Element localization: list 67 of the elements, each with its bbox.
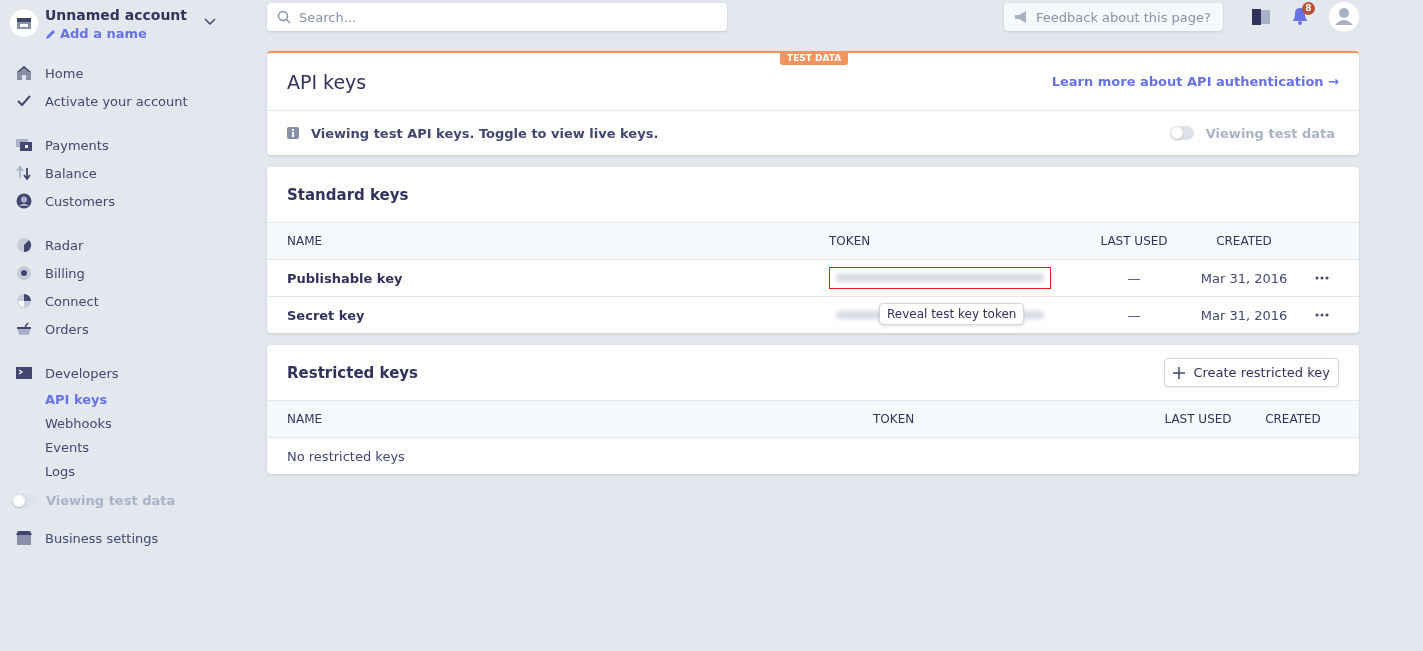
empty-message: No restricted keys [287, 448, 405, 464]
arrows-icon [16, 165, 32, 181]
home-icon [16, 65, 32, 81]
column-header: LAST USED [1099, 234, 1169, 248]
column-header: NAME [287, 234, 324, 248]
nav-subitem[interactable]: Events [10, 435, 267, 459]
more-icon[interactable] [1315, 313, 1329, 317]
checkmark-icon [16, 93, 32, 109]
section-title: Restricted keys [287, 363, 418, 382]
nav-item[interactable]: Customers [10, 187, 267, 215]
page-title: API keys [287, 70, 367, 93]
key-name: Publishable key [287, 270, 404, 286]
target-icon [16, 265, 32, 281]
column-header: TOKEN [829, 234, 872, 248]
pie-icon [16, 293, 32, 309]
search-icon [277, 10, 291, 24]
more-icon[interactable] [1315, 276, 1329, 280]
toggle-label: Viewing test data [46, 493, 176, 508]
section-title: Standard keys [287, 185, 409, 204]
nav-item[interactable]: Balance [10, 159, 267, 187]
table-cell-text: — [1126, 307, 1142, 323]
bell-icon[interactable] [1291, 5, 1309, 26]
pencil-icon [45, 27, 57, 40]
nav-subitem[interactable]: Logs [10, 459, 267, 483]
store-icon [10, 9, 38, 37]
person-icon [16, 193, 32, 209]
cash-icon [16, 137, 32, 153]
nav-item[interactable]: Radar [10, 231, 267, 259]
terminal-icon [16, 365, 32, 381]
table-cell-text: Mar 31, 2016 [1199, 270, 1289, 286]
column-header: NAME [287, 412, 324, 426]
nav-item[interactable]: Developers [10, 359, 267, 387]
nav-item[interactable]: Business settings [10, 524, 267, 552]
search-field[interactable]: Search... [267, 3, 727, 31]
create-key-button[interactable]: Create restricted key [1164, 358, 1339, 387]
nav-item[interactable]: Orders [10, 315, 267, 343]
column-header: LAST USED [1163, 412, 1233, 426]
basket-icon [16, 321, 32, 337]
toggle-label: Viewing test data [1205, 125, 1335, 141]
toggle-switch[interactable] [1169, 126, 1194, 140]
table-cell-text: — [1126, 270, 1142, 286]
notice-text: Viewing test API keys. Toggle to view live keys. [311, 125, 659, 141]
nav-item[interactable]: Activate your account [10, 87, 267, 115]
plus-icon [1173, 366, 1186, 379]
gauge-icon [16, 237, 32, 253]
nav-item[interactable]: Home [10, 59, 267, 87]
store-icon [16, 530, 32, 546]
tooltip[interactable]: Reveal test key token [879, 303, 1025, 325]
feedback-field[interactable]: Feedback about this page? [1004, 3, 1223, 31]
auth-link[interactable]: Learn more about API authentication → [1051, 74, 1339, 89]
book-icon[interactable] [1251, 8, 1271, 26]
key-name: Secret key [287, 307, 366, 323]
nav-item[interactable]: Billing [10, 259, 267, 287]
blurred-token[interactable] [829, 267, 1051, 289]
nav-item[interactable]: Payments [10, 131, 267, 159]
column-header: TOKEN [873, 412, 916, 426]
column-header: CREATED [1215, 234, 1273, 248]
nav-item[interactable]: Connect [10, 287, 267, 315]
chevron-down-icon[interactable] [204, 18, 217, 26]
test-data-badge: TEST DATA [780, 51, 849, 65]
info-icon [287, 127, 299, 139]
account-name[interactable]: Unnamed account [45, 7, 188, 23]
column-header: CREATED [1264, 412, 1322, 426]
table-cell-text: Mar 31, 2016 [1199, 307, 1289, 323]
toggle-switch[interactable] [12, 493, 36, 508]
notification-count: 8 [1302, 1, 1315, 15]
nav-subitem[interactable]: Webhooks [10, 411, 267, 435]
